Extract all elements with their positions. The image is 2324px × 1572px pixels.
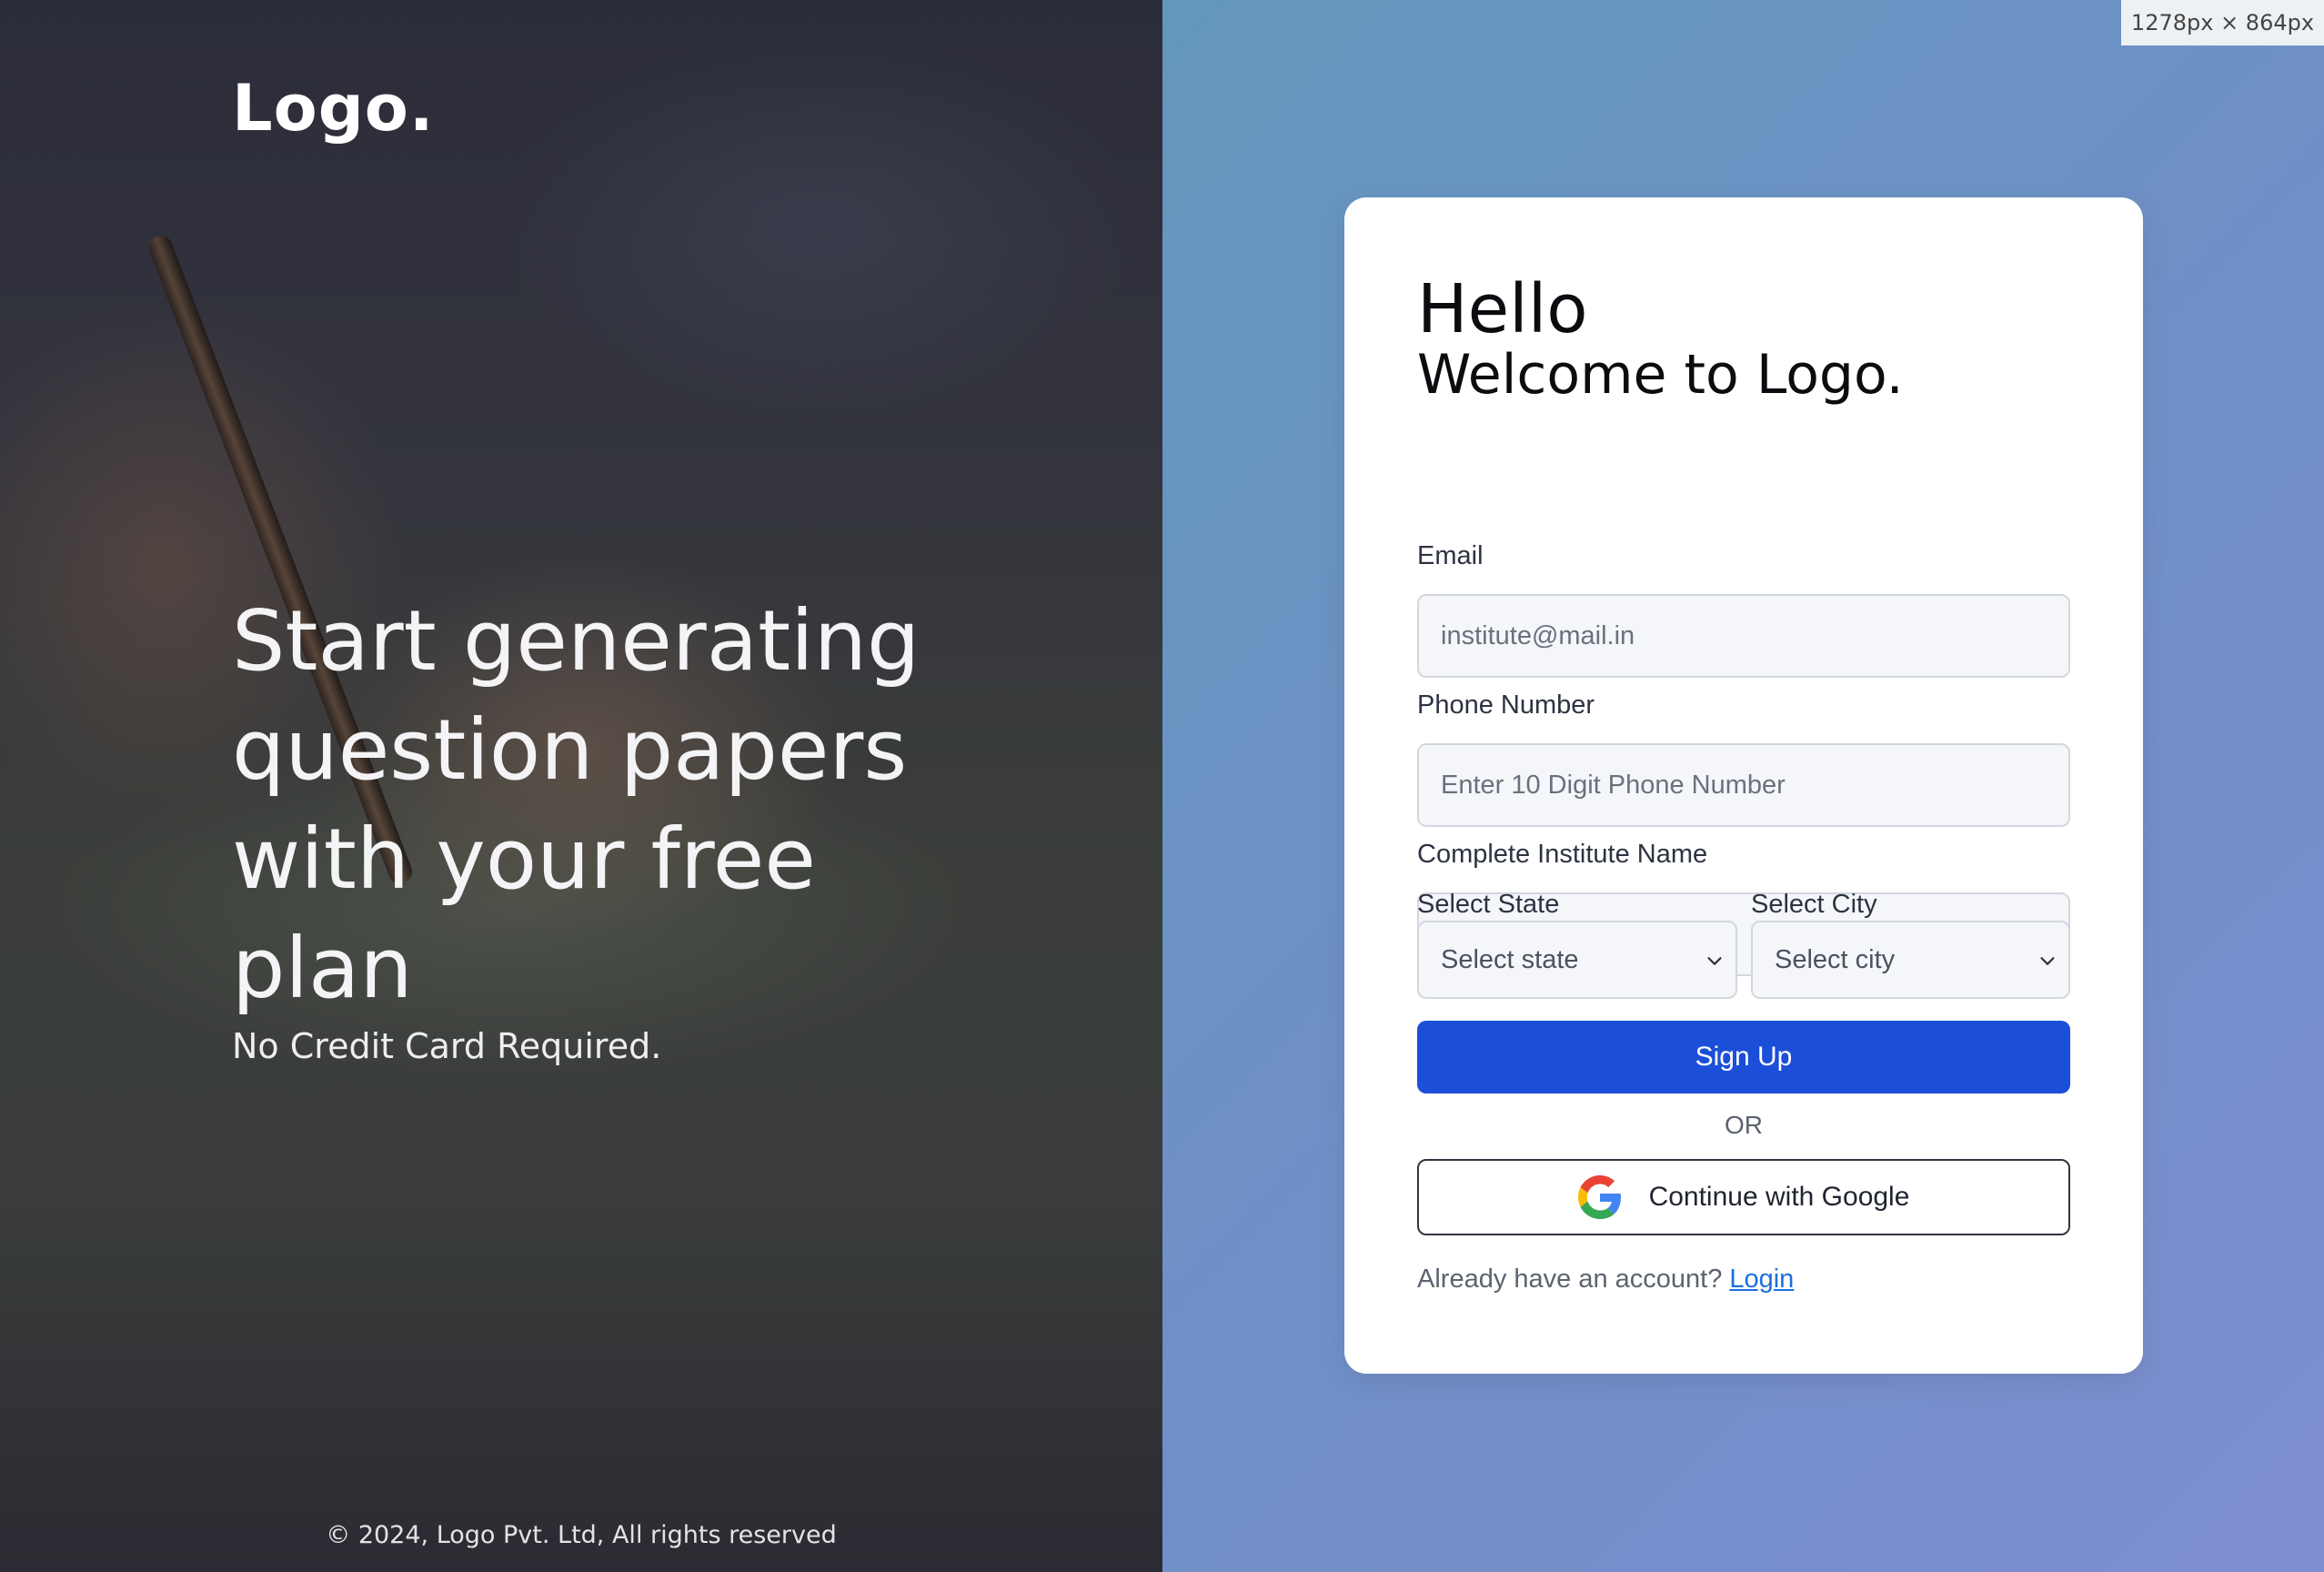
- email-field[interactable]: [1417, 594, 2070, 678]
- city-selected-value: Select city: [1775, 944, 1896, 974]
- already-text: Already have an account?: [1417, 1265, 1723, 1294]
- city-label: Select City: [1751, 890, 1877, 919]
- hero-panel: Logo. Start generating question papers w…: [0, 0, 1162, 1572]
- google-button-label: Continue with Google: [1648, 1182, 1910, 1212]
- login-prompt: Already have an account? Login: [1417, 1265, 1794, 1295]
- sign-up-button[interactable]: Sign Up: [1417, 1021, 2070, 1093]
- continue-with-google-button[interactable]: Continue with Google: [1417, 1159, 2070, 1235]
- state-label: Select State: [1417, 890, 1560, 919]
- hero-subline: No Credit Card Required.: [232, 1026, 662, 1066]
- google-icon: [1577, 1175, 1621, 1219]
- phone-label: Phone Number: [1417, 690, 1595, 720]
- signup-card: Hello Welcome to Logo. Email Phone Numbe…: [1344, 197, 2143, 1374]
- state-selected-value: Select state: [1441, 944, 1579, 974]
- state-select[interactable]: Select state: [1417, 921, 1737, 999]
- chevron-down-icon: [1707, 957, 1722, 965]
- institute-label: Complete Institute Name: [1417, 840, 1708, 869]
- city-select[interactable]: Select city: [1751, 921, 2070, 999]
- hero-headline: Start generating question papers with yo…: [232, 592, 921, 1017]
- greeting-title: Hello: [1417, 270, 1588, 348]
- viewport-size-badge: 1278px × 864px: [2121, 0, 2324, 45]
- brand-logo: Logo.: [232, 71, 435, 146]
- or-divider: OR: [1725, 1111, 1763, 1139]
- email-label: Email: [1417, 541, 1484, 570]
- phone-field[interactable]: [1417, 743, 2070, 827]
- footer-copyright: © 2024, Logo Pvt. Ltd, All rights reserv…: [326, 1521, 837, 1549]
- login-link[interactable]: Login: [1729, 1265, 1794, 1294]
- chevron-down-icon: [2040, 957, 2055, 965]
- welcome-title: Welcome to Logo.: [1417, 343, 1904, 407]
